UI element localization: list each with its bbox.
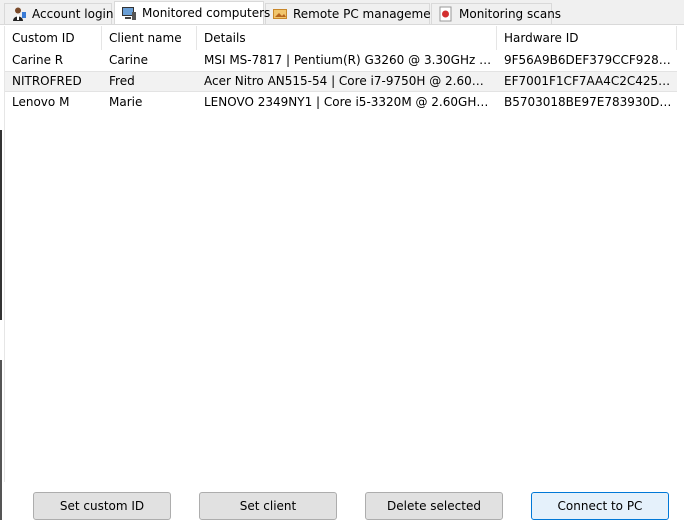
scan-record-icon xyxy=(439,6,452,22)
tab-strip: Account login Monitored computers Remote… xyxy=(0,0,684,24)
cell-custom-id: Carine R xyxy=(12,53,64,67)
cell-hardware-id: B5703018BE97E783930DB5... xyxy=(504,95,675,109)
tab-monitored-computers[interactable]: Monitored computers xyxy=(114,1,270,24)
cell-hardware-id: EF7001F1CF7AA4C2C42508... xyxy=(504,74,675,88)
column-header-custom-id[interactable]: Custom ID xyxy=(5,26,102,50)
cell-details: MSI MS-7817 | Pentium(R) G3260 @ 3.30GHz… xyxy=(204,53,493,67)
tab-label: Monitored computers xyxy=(142,6,271,20)
column-header-client-name[interactable]: Client name xyxy=(102,26,197,50)
window-edge xyxy=(0,360,2,520)
tab-label: Monitoring scans xyxy=(459,7,562,21)
connect-to-pc-button[interactable]: Connect to PC xyxy=(531,492,669,520)
window-edge xyxy=(0,130,2,320)
delete-selected-button[interactable]: Delete selected xyxy=(365,492,503,520)
tab-account-login[interactable]: Account login xyxy=(4,3,114,24)
computer-icon xyxy=(122,7,136,20)
table-row[interactable]: Carine R Carine MSI MS-7817 | Pentium(R)… xyxy=(5,50,677,71)
remote-screen-icon xyxy=(273,9,287,19)
cell-custom-id: NITROFRED xyxy=(12,74,82,88)
column-header-details[interactable]: Details xyxy=(197,26,497,50)
cell-custom-id: Lenovo M xyxy=(12,95,70,109)
table-row[interactable]: Lenovo M Marie LENOVO 2349NY1 | Core i5-… xyxy=(5,92,677,113)
tab-label: Account login xyxy=(32,7,114,21)
set-custom-id-button[interactable]: Set custom ID xyxy=(33,492,171,520)
cell-client-name: Marie xyxy=(109,95,143,109)
cell-details: LENOVO 2349NY1 | Core i5-3320M @ 2.60GHz… xyxy=(204,95,493,109)
cell-details: Acer Nitro AN515-54 | Core i7-9750H @ 2.… xyxy=(204,74,493,88)
column-header-hardware-id[interactable]: Hardware ID xyxy=(497,26,677,50)
tab-label: Remote PC management xyxy=(293,7,443,21)
cell-hardware-id: 9F56A9B6DEF379CCF92889... xyxy=(504,53,675,67)
tab-remote-pc-management[interactable]: Remote PC management xyxy=(265,3,443,24)
cell-client-name: Fred xyxy=(109,74,135,88)
computers-list[interactable]: Custom ID Client name Details Hardware I… xyxy=(4,26,681,482)
table-row-selected[interactable]: NITROFRED Fred Acer Nitro AN515-54 | Cor… xyxy=(5,71,677,92)
tab-monitoring-scans[interactable]: Monitoring scans xyxy=(431,3,561,24)
person-icon xyxy=(13,7,26,21)
cell-client-name: Carine xyxy=(109,53,148,67)
set-client-button[interactable]: Set client xyxy=(199,492,337,520)
list-header: Custom ID Client name Details Hardware I… xyxy=(5,26,681,50)
